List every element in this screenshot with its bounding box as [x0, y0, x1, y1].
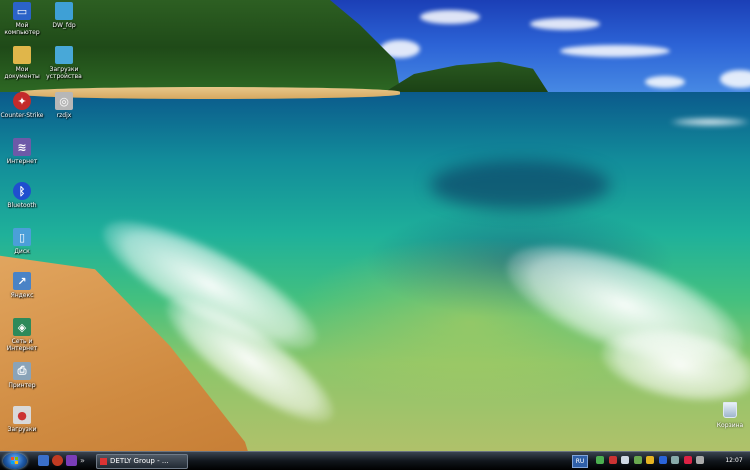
antivirus-tray-icon[interactable]	[608, 455, 617, 464]
desktop-icon-label: Диск	[14, 248, 30, 255]
desktop-icon-recycle-bin[interactable]: Корзина	[710, 402, 750, 429]
start-button[interactable]	[3, 453, 27, 469]
desktop-icon-label: Яндекс	[10, 292, 34, 299]
disk-icon: ▯	[13, 228, 31, 246]
desktop-icon-counter-strike[interactable]: ✦ Counter-Strike	[0, 92, 44, 119]
desktop-icon-label: Сеть и Интернет	[6, 338, 38, 352]
desktop-icon-downloads[interactable]: ● Загрузки	[0, 406, 44, 433]
cloud	[420, 10, 480, 24]
desktop-icon-label: Мои документы	[4, 66, 40, 80]
chevron-right-icon[interactable]: »	[80, 455, 86, 466]
battery-tray-icon[interactable]	[633, 455, 642, 464]
cloud	[530, 18, 600, 30]
desktop-icon-label: Принтер	[8, 382, 36, 389]
cloud	[645, 76, 685, 88]
shield-tray-icon[interactable]	[683, 455, 692, 464]
reef	[430, 160, 610, 210]
desktop-icon-rzdjx[interactable]: ◎ rzdjx	[42, 92, 86, 119]
desktop-icon-yandex[interactable]: ↗ Яндекс	[0, 272, 44, 299]
media-icon: ●	[13, 406, 31, 424]
printer-icon: ⎙	[13, 362, 31, 380]
desktop-icon-disk[interactable]: ▯ Диск	[0, 228, 44, 255]
clock[interactable]: 12:07	[720, 452, 748, 470]
browser-icon[interactable]	[52, 455, 63, 466]
recycle-bin-icon	[723, 402, 737, 418]
taskbar-button-label: DETLY Group - ...	[110, 457, 169, 465]
volume-tray-icon[interactable]	[621, 455, 630, 464]
desktop-icon-my-computer[interactable]: ▭ Мой компьютер	[0, 2, 44, 36]
file-icon	[55, 2, 73, 20]
desktop-icon-internet[interactable]: ≋ Интернет	[0, 138, 44, 165]
desktop-icon-printer[interactable]: ⎙ Принтер	[0, 362, 44, 389]
display-tray-icon[interactable]	[671, 455, 680, 464]
desktop-icon-label: DW_fdp	[52, 22, 76, 29]
bluetooth-tray-icon[interactable]	[658, 455, 667, 464]
desktop-icon-my-documents[interactable]: Мои документы	[0, 46, 44, 80]
network-tray-icon[interactable]	[596, 455, 604, 464]
taskbar-button-detly-group[interactable]: DETLY Group - ...	[96, 454, 188, 469]
update-tray-icon[interactable]	[646, 455, 655, 464]
desktop-icon-label: Загрузки устройства	[46, 66, 82, 80]
network-icon: ◈	[13, 318, 31, 336]
language-indicator[interactable]: RU	[572, 455, 588, 468]
show-desktop-icon[interactable]	[38, 455, 49, 466]
network-icon: ≋	[13, 138, 31, 156]
desktop-icon-downloads-device[interactable]: Загрузки устройства	[42, 46, 86, 80]
desktop-icon-bluetooth[interactable]: ᛒ Bluetooth	[0, 182, 44, 209]
taskbar: » DETLY Group - ... RU 12:07	[0, 451, 750, 470]
documents-folder-icon	[13, 46, 31, 64]
desktop-icon-label: Мой компьютер	[4, 22, 40, 36]
desktop-icon-label: Корзина	[716, 422, 744, 429]
usb-tray-icon[interactable]	[696, 455, 705, 464]
desktop-wallpaper	[0, 0, 750, 469]
cloud	[560, 45, 670, 57]
wave-foam	[670, 118, 750, 126]
shortcut-icon: ↗	[13, 272, 31, 290]
desktop-icon-label: rzdjx	[56, 112, 72, 119]
desktop-icon-label: Bluetooth	[7, 202, 37, 209]
desktop-icon-label: Counter-Strike	[0, 112, 44, 119]
app-icon	[100, 457, 107, 465]
bluetooth-icon: ᛒ	[13, 182, 31, 200]
windows-start-icon	[11, 457, 19, 465]
desktop-icon-dw-fdp[interactable]: DW_fdp	[42, 2, 86, 29]
cs-icon: ✦	[13, 92, 31, 110]
media-player-icon[interactable]	[66, 455, 77, 466]
desktop-icon-label: Загрузки	[7, 426, 37, 433]
video-file-icon: ◎	[55, 92, 73, 110]
download-file-icon	[55, 46, 73, 64]
desktop-icon-network-internet[interactable]: ◈ Сеть и Интернет	[0, 318, 44, 352]
system-tray	[596, 455, 706, 467]
desktop-icon-label: Интернет	[6, 158, 38, 165]
my-computer-icon: ▭	[13, 2, 31, 20]
